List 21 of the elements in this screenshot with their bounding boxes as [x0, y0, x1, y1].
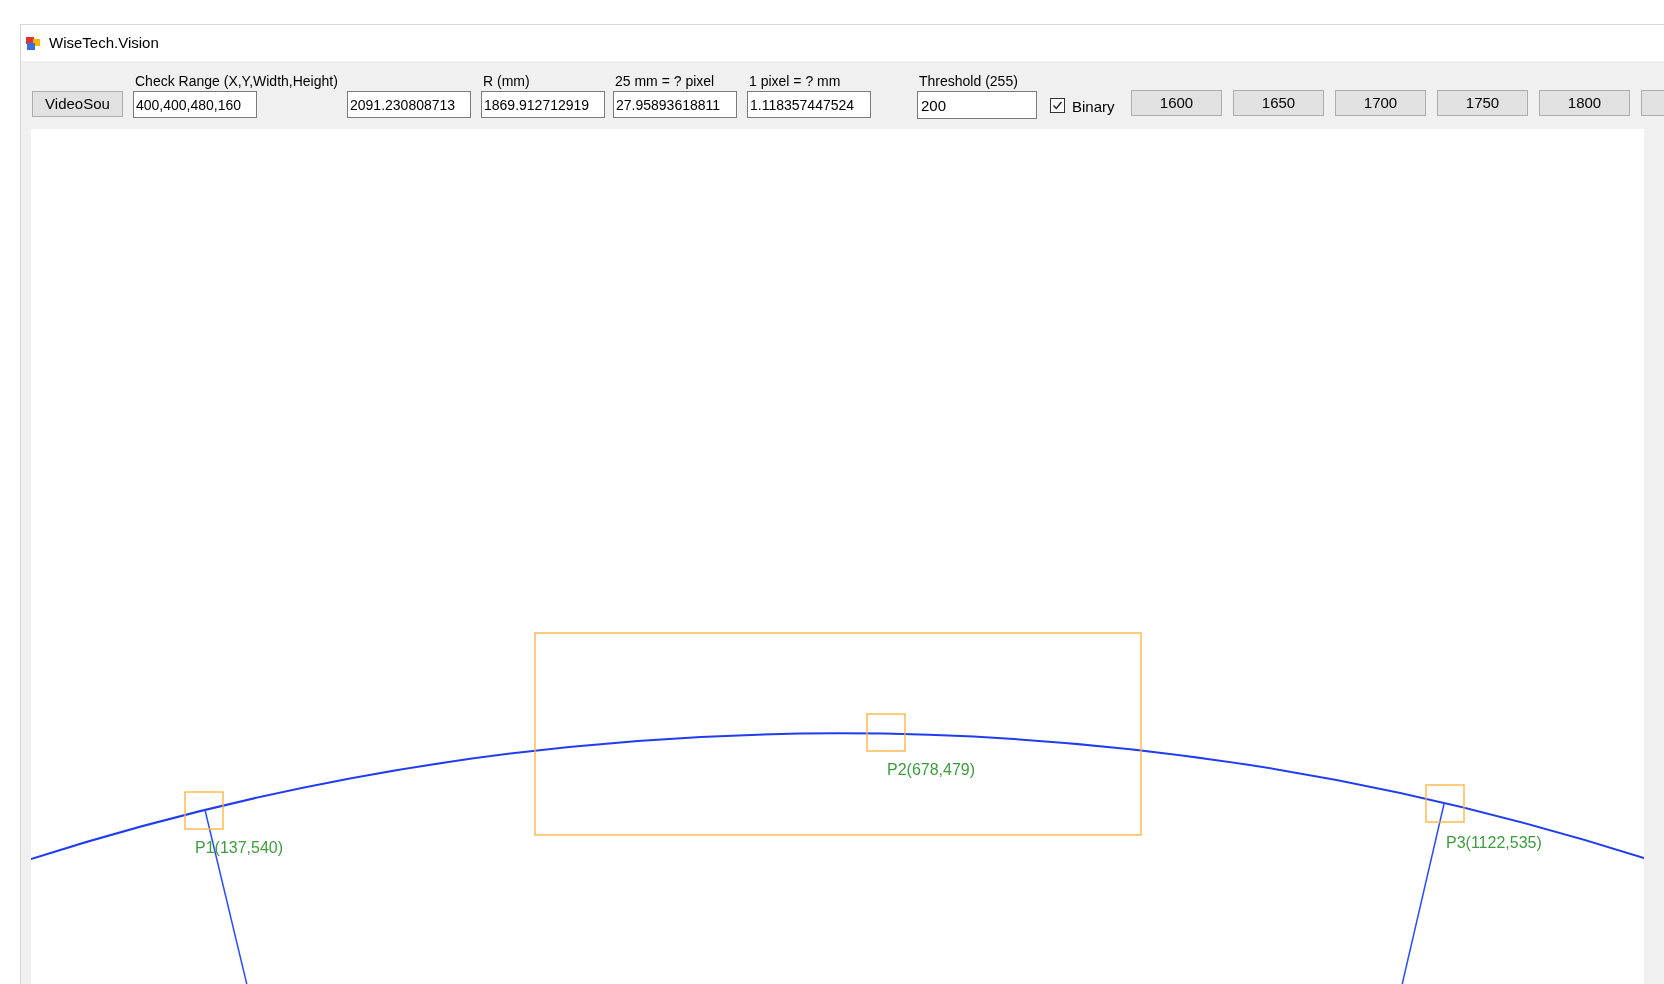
input-field[interactable]: 1869.912712919: [481, 91, 605, 118]
app-icon: [25, 35, 41, 51]
preset-button[interactable]: 1600: [1131, 90, 1222, 116]
preset-button[interactable]: 1700: [1335, 90, 1426, 116]
input-field[interactable]: 2091.230808713: [347, 91, 471, 118]
field-label: 1 pixel = ? mm: [749, 72, 841, 91]
input-field[interactable]: 1.118357447524: [747, 91, 871, 118]
field-label: Threshold (255): [919, 72, 1018, 91]
preset-button[interactable]: 1750: [1437, 90, 1528, 116]
video-source-button[interactable]: VideoSou: [32, 91, 123, 117]
field-label: Check Range (X,Y,Width,Height): [135, 72, 338, 91]
input-field[interactable]: 27.95893618811: [613, 91, 737, 118]
field-label: R (mm): [483, 72, 530, 91]
field-label: 25 mm = ? pixel: [615, 72, 715, 91]
preset-button[interactable]: 1650: [1233, 90, 1324, 116]
checkbox-label: Binary: [1072, 97, 1115, 117]
preset-button[interactable]: 1800: [1539, 90, 1630, 116]
checkbox[interactable]: [1050, 98, 1065, 113]
input-field[interactable]: 400,400,480,160: [133, 91, 257, 118]
window-title: WiseTech.Vision: [49, 32, 159, 53]
threshold-field[interactable]: 200: [917, 91, 1037, 119]
